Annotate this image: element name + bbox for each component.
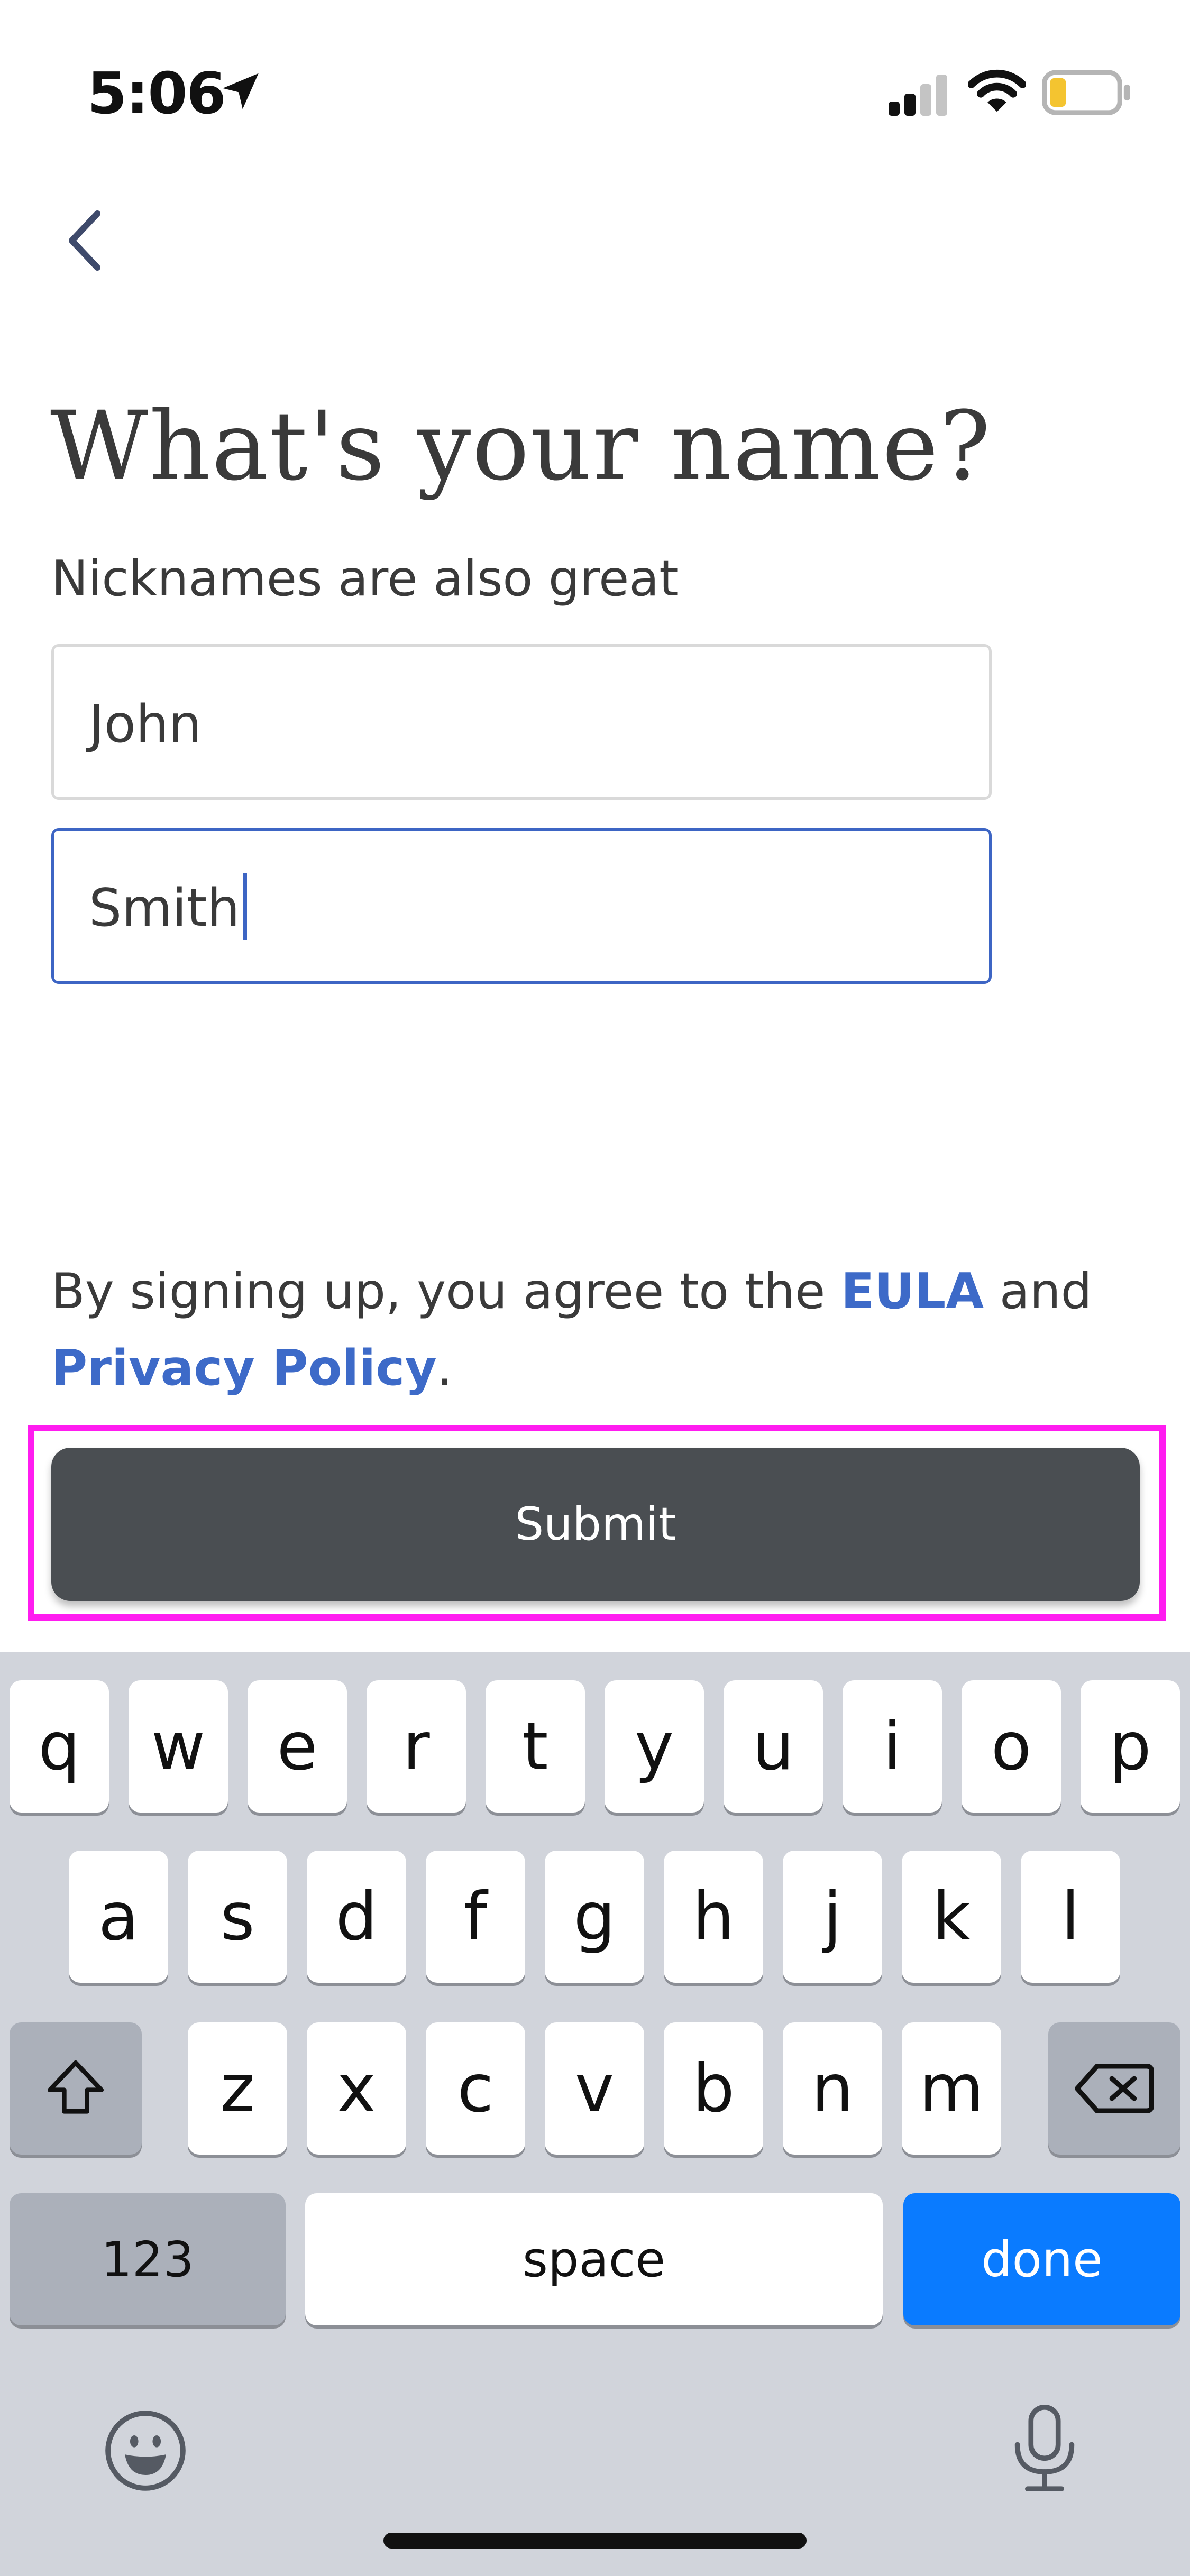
- backspace-icon: [1075, 2064, 1154, 2113]
- key-u[interactable]: u: [724, 1680, 823, 1813]
- key-j[interactable]: j: [783, 1851, 882, 1983]
- key-p[interactable]: p: [1081, 1680, 1180, 1813]
- key-l[interactable]: l: [1021, 1851, 1120, 1983]
- last-name-value: Smith: [89, 878, 240, 939]
- key-z[interactable]: z: [188, 2022, 287, 2155]
- privacy-policy-link[interactable]: Privacy Policy: [51, 1339, 437, 1396]
- key-g[interactable]: g: [545, 1851, 644, 1983]
- shift-arrow-icon: [47, 2060, 104, 2114]
- key-e[interactable]: e: [248, 1680, 347, 1813]
- numbers-key[interactable]: 123: [10, 2193, 286, 2325]
- onscreen-keyboard: q w e r t y u i o p a s d f g h j k l z …: [0, 1652, 1190, 2576]
- key-r[interactable]: r: [367, 1680, 466, 1813]
- key-n[interactable]: n: [783, 2022, 882, 2155]
- microphone-icon[interactable]: [1002, 2400, 1087, 2496]
- key-k[interactable]: k: [902, 1851, 1001, 1983]
- status-time: 5:06: [87, 61, 226, 127]
- key-x[interactable]: x: [307, 2022, 406, 2155]
- emoji-icon[interactable]: [100, 2406, 190, 2496]
- shift-key[interactable]: [10, 2022, 142, 2155]
- home-indicator: [383, 2533, 807, 2549]
- eula-link[interactable]: EULA: [841, 1263, 984, 1320]
- key-h[interactable]: h: [664, 1851, 763, 1983]
- submit-button[interactable]: Submit: [51, 1448, 1140, 1601]
- key-s[interactable]: s: [188, 1851, 287, 1983]
- key-d[interactable]: d: [307, 1851, 406, 1983]
- first-name-field[interactable]: John: [51, 644, 992, 800]
- backspace-key[interactable]: [1048, 2022, 1180, 2155]
- key-i[interactable]: i: [843, 1680, 942, 1813]
- location-arrow-icon: [223, 73, 259, 109]
- done-key[interactable]: done: [903, 2193, 1180, 2325]
- key-b[interactable]: b: [664, 2022, 763, 2155]
- key-f[interactable]: f: [426, 1851, 525, 1983]
- page-subtitle: Nicknames are also great: [51, 550, 679, 607]
- key-o[interactable]: o: [962, 1680, 1061, 1813]
- page-title: What's your name?: [50, 391, 992, 502]
- key-q[interactable]: q: [10, 1680, 109, 1813]
- first-name-value: John: [89, 694, 202, 755]
- key-t[interactable]: t: [486, 1680, 585, 1813]
- space-key[interactable]: space: [305, 2193, 883, 2325]
- key-c[interactable]: c: [426, 2022, 525, 2155]
- key-w[interactable]: w: [129, 1680, 228, 1813]
- legal-notice: By signing up, you agree to the EULA and…: [51, 1253, 1136, 1406]
- key-y[interactable]: y: [605, 1680, 704, 1813]
- back-chevron-icon[interactable]: [53, 201, 116, 280]
- key-a[interactable]: a: [69, 1851, 168, 1983]
- text-cursor: [243, 873, 248, 940]
- wifi-icon: [968, 69, 1026, 112]
- key-m[interactable]: m: [902, 2022, 1001, 2155]
- last-name-field[interactable]: Smith: [51, 828, 992, 984]
- legal-suffix: .: [436, 1339, 453, 1396]
- battery-icon: [1042, 70, 1130, 115]
- legal-prefix: By signing up, you agree to the: [51, 1263, 841, 1320]
- cellular-signal-icon: [889, 75, 947, 116]
- key-v[interactable]: v: [545, 2022, 644, 2155]
- legal-middle: and: [984, 1263, 1092, 1320]
